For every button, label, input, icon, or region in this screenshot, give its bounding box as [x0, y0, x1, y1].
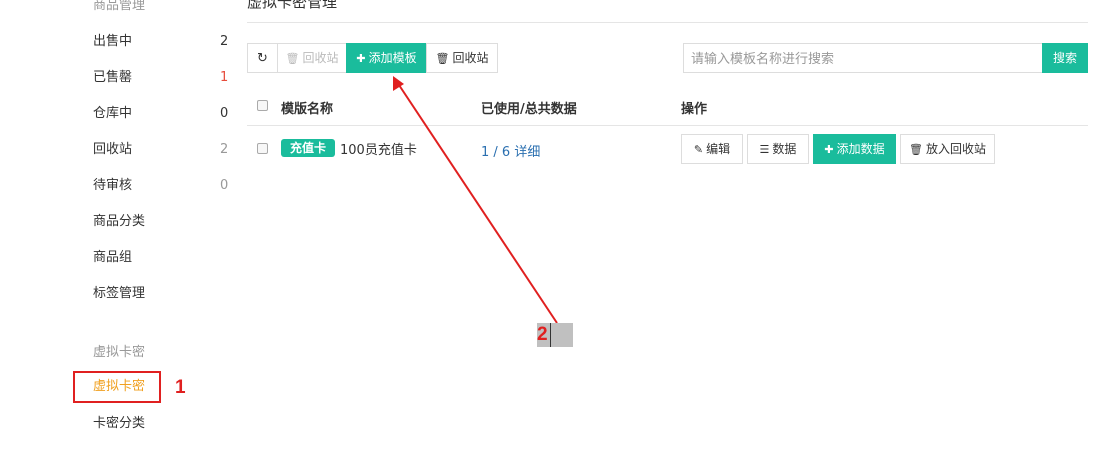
annotation-step-2: 2 [537, 324, 548, 345]
annotation-arrow [393, 76, 558, 324]
cursor-line [550, 323, 551, 347]
arrow-line [396, 81, 558, 324]
